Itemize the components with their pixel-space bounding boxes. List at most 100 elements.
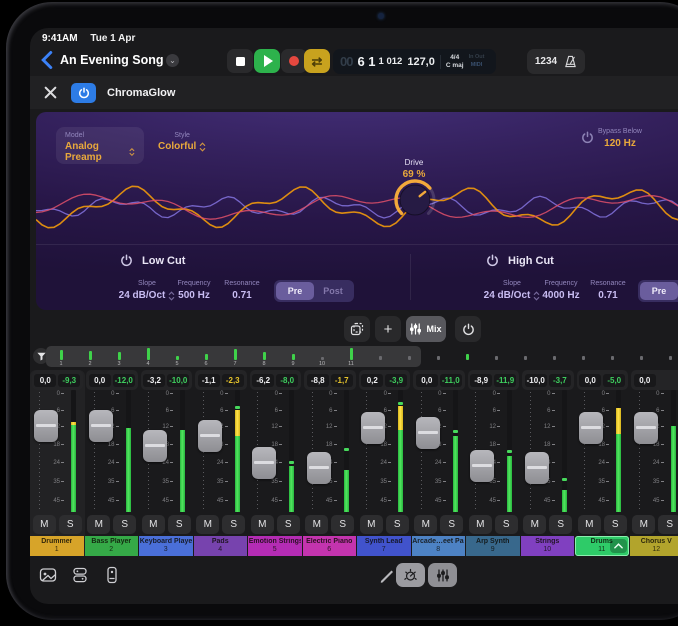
low-cut-power-icon[interactable] [120,254,133,267]
channel-fader-handle[interactable] [89,410,113,442]
high-cut-resonance[interactable]: Resonance 0.71 [577,280,639,301]
overview-track-tick[interactable] [399,348,419,361]
overview-track-tick[interactable]: 11 [341,348,361,367]
channel-fader-handle[interactable] [525,452,549,484]
channel-fader-handle[interactable] [143,430,167,462]
mute-button[interactable]: M [578,515,601,534]
overview-track-tick[interactable] [660,348,678,361]
overview-track-tick[interactable]: 2 [80,348,100,367]
mute-button[interactable]: M [414,515,437,534]
channel-volume-value[interactable]: -6,2 [252,374,274,387]
channel-fader-handle[interactable] [198,420,222,452]
overview-track-tick[interactable] [573,348,593,361]
back-chevron-icon[interactable] [40,50,54,70]
bypass-below-control[interactable]: Bypass Below 120 Hz [584,128,656,149]
track-name-tile[interactable]: Drummer 1 [30,536,84,556]
song-title[interactable]: An Evening Song [60,53,163,67]
solo-button[interactable]: S [113,515,136,534]
style-select[interactable]: Style Colorful [158,132,206,152]
track-name-tile[interactable]: Chorus V 12 [630,536,678,556]
mute-button[interactable]: M [142,515,165,534]
channel-volume-value[interactable]: -3,2 [143,374,165,387]
solo-button[interactable]: S [222,515,245,534]
count-in-button[interactable]: 1234 [527,49,585,74]
overview-track-tick[interactable]: 4 [138,348,158,367]
high-cut-power-icon[interactable] [486,254,499,267]
play-surface-icon[interactable] [103,566,121,584]
low-cut-resonance[interactable]: Resonance 0.71 [211,280,273,301]
level-control[interactable]: Level 0.0 [664,128,678,149]
controls-view-button[interactable] [396,563,425,587]
channel-volume-value[interactable]: 0,2 [361,374,383,387]
solo-button[interactable]: S [440,515,463,534]
overview-track-tick[interactable]: 5 [167,348,187,367]
drive-knob[interactable] [393,178,437,222]
lcd-display[interactable]: 00 6 1 1 012 127,0 4/4 C maj In Out MIDI [333,49,496,74]
mute-button[interactable]: M [196,515,219,534]
overview-track-tick[interactable] [515,348,535,361]
channel-volume-value[interactable]: -10,0 [525,374,547,387]
channel-fader-handle[interactable] [470,450,494,482]
track-name-tile[interactable]: Arp Synth 9 [466,536,520,556]
overview-track-tick[interactable] [486,348,506,361]
channel-volume-value[interactable]: 0,0 [416,374,438,387]
mute-button[interactable]: M [33,515,56,534]
channel-volume-value[interactable]: 0,0 [579,374,601,387]
track-name-tile[interactable]: Drums 11 [575,536,629,556]
plugin-power-button[interactable] [71,83,96,103]
track-name-tile[interactable]: Electric Piano 6 [303,536,357,556]
overview-track-tick[interactable]: 8 [254,348,274,367]
overview-track-tick[interactable]: 9 [283,348,303,367]
mute-button[interactable]: M [360,515,383,534]
overview-track-tick[interactable]: 7 [225,348,245,367]
channel-fader-handle[interactable] [361,412,385,444]
stop-button[interactable] [227,49,253,73]
add-track-button[interactable]: + [375,316,401,342]
channel-fader-handle[interactable] [416,417,440,449]
play-button[interactable] [254,49,280,73]
cycle-button[interactable]: ⇄ [304,49,330,73]
mute-button[interactable]: M [469,515,492,534]
channel-volume-value[interactable]: -8,9 [470,374,492,387]
channel-volume-value[interactable]: 0,0 [89,374,111,387]
mixer-view-button[interactable] [428,563,457,587]
channel-volume-value[interactable]: 0,0 [634,374,656,387]
overview-track-tick[interactable]: 3 [109,348,129,367]
solo-button[interactable]: S [331,515,354,534]
channel-fader-handle[interactable] [252,447,276,479]
overview-track-tick[interactable]: 6 [196,348,216,367]
track-name-tile[interactable]: Strings 10 [521,536,575,556]
overview-track-tick[interactable] [428,348,448,361]
track-name-tile[interactable]: Emotion Strings 5 [248,536,302,556]
post-button[interactable]: Post [314,282,352,300]
close-icon[interactable] [44,86,57,99]
solo-button[interactable]: S [658,515,678,534]
mute-button[interactable]: M [305,515,328,534]
pre-button[interactable]: Pre [640,282,678,300]
overview-track-tick[interactable] [370,348,390,361]
mute-button[interactable]: M [632,515,655,534]
mixer-power-button[interactable] [455,316,481,342]
model-select[interactable]: Model Analog Preamp [56,127,144,164]
song-dropdown-chevron-icon[interactable]: ⌄ [166,54,179,67]
solo-button[interactable]: S [386,515,409,534]
mute-button[interactable]: M [251,515,274,534]
mute-button[interactable]: M [523,515,546,534]
collapse-chevron-button[interactable] [610,539,627,553]
browser-icon[interactable] [39,566,57,584]
mix-mode-button[interactable]: Mix [406,316,446,342]
plugins-icon[interactable] [71,566,89,584]
solo-button[interactable]: S [495,515,518,534]
track-name-tile[interactable]: Pads 4 [194,536,248,556]
channel-fader-handle[interactable] [307,452,331,484]
track-name-tile[interactable]: Synth Lead 7 [357,536,411,556]
duplicate-button[interactable] [344,316,370,342]
track-name-tile[interactable]: Arcade…eet Pad 8 [412,536,466,556]
solo-button[interactable]: S [168,515,191,534]
solo-button[interactable]: S [549,515,572,534]
channel-fader-handle[interactable] [579,412,603,444]
edit-pencil-icon[interactable] [378,566,396,584]
overview-track-tick[interactable]: 10 [312,348,332,367]
track-name-tile[interactable]: Keyboard Player 3 [139,536,193,556]
mute-button[interactable]: M [87,515,110,534]
